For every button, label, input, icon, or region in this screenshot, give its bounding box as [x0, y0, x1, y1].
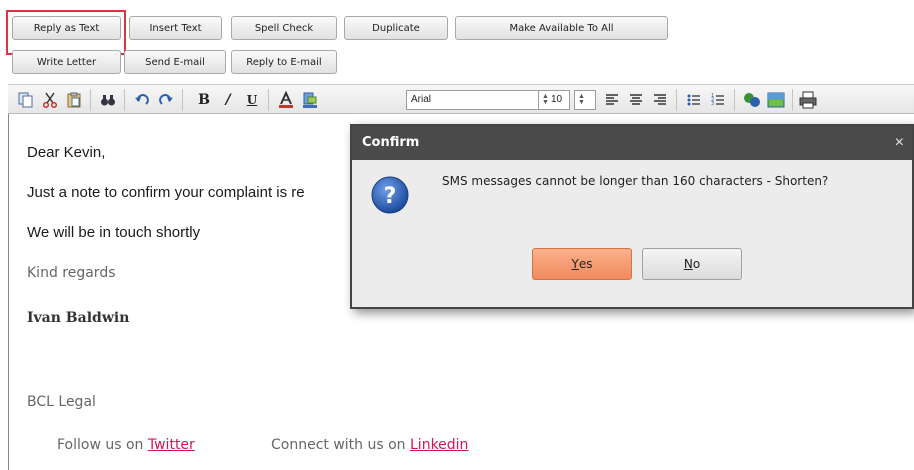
question-icon: ? [371, 176, 409, 214]
spell-check-button[interactable]: Spell Check [231, 16, 337, 40]
kind-regards-text: Kind regards [27, 265, 116, 281]
follow-text: Follow us on [57, 437, 144, 453]
insert-link-icon[interactable] [742, 90, 762, 110]
no-accel: N [683, 257, 693, 271]
font-family-select[interactable]: Arial [406, 90, 560, 110]
underline-icon[interactable]: U [242, 90, 262, 110]
yes-button[interactable]: Yes [532, 248, 632, 280]
reply-to-email-button[interactable]: Reply to E-mail [231, 50, 337, 74]
spinner-arrows-icon: ▲ ▼ [578, 93, 585, 106]
italic-icon[interactable]: / [218, 90, 238, 110]
svg-text:?: ? [384, 184, 397, 209]
svg-text:3: 3 [711, 101, 714, 107]
duplicate-button[interactable]: Duplicate [344, 16, 448, 40]
formatting-toolbar: B / U Arial ▲ ▼ 10 ▲ ▼ 123 [8, 84, 914, 114]
connect-text: Connect with us on [271, 437, 406, 453]
reply-as-text-button[interactable]: Reply as Text [12, 16, 121, 40]
greeting-text: Dear Kevin, [27, 144, 106, 161]
undo-icon[interactable] [132, 90, 152, 110]
find-icon[interactable] [98, 90, 118, 110]
connect-line: Connect with us on Linkedin [271, 437, 468, 453]
insert-text-button[interactable]: Insert Text [129, 16, 222, 40]
print-icon[interactable] [798, 90, 818, 110]
spinner-arrows-icon: ▲ ▼ [542, 93, 549, 106]
send-email-button[interactable]: Send E-mail [124, 50, 226, 74]
write-letter-button[interactable]: Write Letter [12, 50, 121, 74]
linkedin-link[interactable]: Linkedin [410, 437, 468, 453]
yes-accel: Y [571, 257, 579, 271]
font-size-value: 10 [551, 94, 563, 105]
dialog-message: SMS messages cannot be longer than 160 c… [442, 174, 829, 188]
body-line-2: We will be in touch shortly [27, 224, 201, 241]
no-label: o [692, 257, 701, 271]
cut-icon[interactable] [40, 90, 60, 110]
font-color-icon[interactable] [276, 90, 296, 110]
follow-line: Follow us on Twitter [57, 437, 195, 453]
redo-icon[interactable] [156, 90, 176, 110]
dialog-title: Confirm [352, 126, 912, 160]
no-button[interactable]: No [642, 248, 742, 280]
confirm-dialog: Confirm × ? SMS messages cannot be longe… [350, 124, 914, 309]
signature-name: Ivan Baldwin [27, 310, 130, 326]
bullet-list-icon[interactable] [684, 90, 704, 110]
align-center-icon[interactable] [626, 90, 646, 110]
make-available-to-all-button[interactable]: Make Available To All [455, 16, 668, 40]
body-line-1: Just a note to confirm your complaint is… [27, 184, 305, 201]
font-size-spinner[interactable]: ▲ ▼ 10 [538, 90, 570, 110]
bold-icon[interactable]: B [194, 90, 214, 110]
company-name: BCL Legal [27, 394, 96, 410]
twitter-link[interactable]: Twitter [148, 437, 195, 453]
highlight-color-icon[interactable] [300, 90, 320, 110]
size-spinner-2[interactable]: ▲ ▼ [574, 90, 596, 110]
align-left-icon[interactable] [602, 90, 622, 110]
align-right-icon[interactable] [650, 90, 670, 110]
yes-label: es [578, 257, 593, 271]
insert-image-icon[interactable] [766, 90, 786, 110]
numbered-list-icon[interactable]: 123 [708, 90, 728, 110]
copy-icon[interactable] [16, 90, 36, 110]
close-icon[interactable]: × [895, 126, 904, 160]
paste-icon[interactable] [64, 90, 84, 110]
